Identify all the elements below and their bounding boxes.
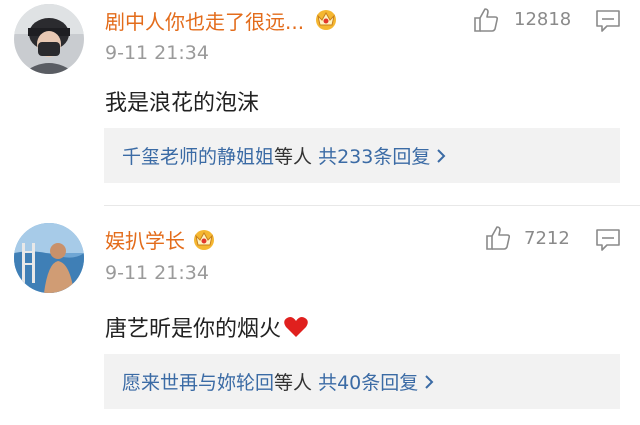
thumbs-up-icon[interactable] bbox=[484, 224, 512, 252]
comment-list: 剧中人你也走了很远... 9-11 21:34 12818 我是浪花的泡沫 千玺… bbox=[0, 0, 640, 425]
comment-item: 剧中人你也走了很远... 9-11 21:34 12818 我是浪花的泡沫 千玺… bbox=[0, 0, 640, 206]
comment-item: 娱扒学长 9-11 21:34 7212 唐艺昕是你的烟火 愿来世再与妳轮回等人… bbox=[0, 207, 640, 425]
like-count: 12818 bbox=[514, 9, 572, 30]
vip-crown-icon bbox=[194, 230, 214, 250]
replies-preview[interactable]: 愿来世再与妳轮回等人 共40条回复 bbox=[104, 354, 620, 409]
reply-count[interactable]: 共233条回复 bbox=[318, 146, 430, 168]
reply-and-others: 等人 bbox=[274, 372, 313, 394]
heart-emoji-icon bbox=[284, 317, 308, 337]
divider bbox=[104, 205, 640, 206]
reply-count[interactable]: 共40条回复 bbox=[318, 372, 418, 394]
chevron-right-icon bbox=[425, 375, 434, 389]
like-count: 7212 bbox=[524, 228, 570, 249]
vip-crown-icon bbox=[316, 10, 336, 30]
chevron-right-icon bbox=[437, 149, 446, 163]
replies-preview[interactable]: 千玺老师的静姐姐等人 共233条回复 bbox=[104, 128, 620, 183]
comment-text: 我是浪花的泡沫 bbox=[105, 91, 260, 116]
reply-comment-icon[interactable] bbox=[595, 9, 621, 33]
replies-summary[interactable]: 愿来世再与妳轮回等人 共40条回复 bbox=[122, 368, 434, 395]
replies-summary[interactable]: 千玺老师的静姐姐等人 共233条回复 bbox=[122, 142, 446, 169]
comment-text-content: 唐艺昕是你的烟火 bbox=[105, 317, 282, 342]
reply-author-names[interactable]: 愿来世再与妳轮回 bbox=[122, 372, 274, 394]
reply-comment-icon[interactable] bbox=[595, 228, 621, 252]
avatar[interactable] bbox=[14, 223, 84, 293]
username[interactable]: 剧中人你也走了很远... bbox=[105, 6, 304, 35]
comment-text: 唐艺昕是你的烟火 bbox=[105, 311, 309, 343]
thumbs-up-icon[interactable] bbox=[472, 6, 500, 34]
reply-and-others: 等人 bbox=[274, 146, 313, 168]
timestamp: 9-11 21:34 bbox=[105, 42, 209, 64]
timestamp: 9-11 21:34 bbox=[105, 262, 209, 284]
reply-author-names[interactable]: 千玺老师的静姐姐 bbox=[122, 146, 274, 168]
username[interactable]: 娱扒学长 bbox=[105, 225, 185, 254]
avatar[interactable] bbox=[14, 4, 84, 74]
